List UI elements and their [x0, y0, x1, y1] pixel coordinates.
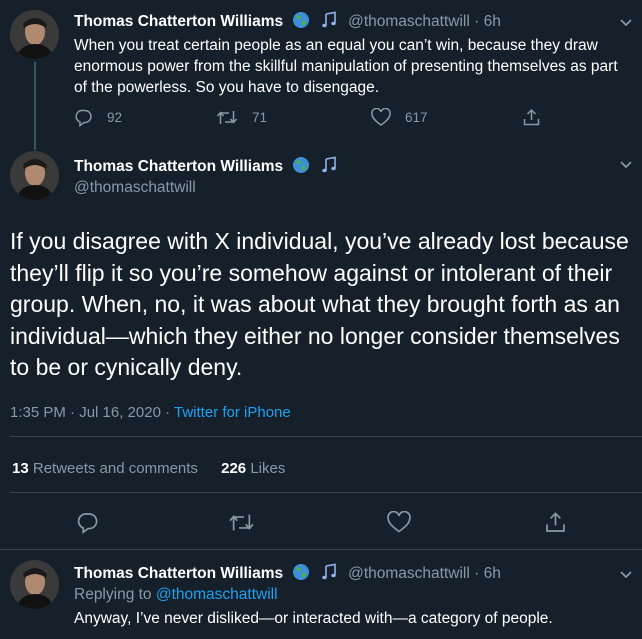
like-count: 617 [405, 110, 428, 125]
share-button[interactable] [522, 108, 555, 127]
avatar[interactable] [10, 10, 59, 59]
author-name[interactable]: Thomas Chatterton Williams [74, 565, 283, 582]
author-name[interactable]: Thomas Chatterton Williams [74, 13, 283, 30]
reply-count: 92 [107, 110, 123, 125]
author-handle[interactable]: @thomaschattwill [348, 13, 470, 30]
reply-icon [75, 109, 92, 127]
globe-icon [292, 563, 310, 586]
tweet-text: If you disagree with X individual, you’v… [10, 228, 629, 380]
reply-button[interactable] [76, 511, 113, 534]
retweet-count: 71 [252, 110, 268, 125]
share-icon [523, 108, 540, 126]
music-note-icon [320, 156, 338, 179]
author-handle[interactable]: @thomaschattwill [348, 565, 470, 582]
music-note-icon [320, 563, 338, 586]
retweets-label: Retweets and comments [32, 460, 198, 477]
tweet-source[interactable]: Twitter for iPhone [174, 404, 291, 421]
retweet-button[interactable]: 71 [216, 108, 267, 127]
share-button[interactable] [544, 511, 581, 534]
retweet-button[interactable] [228, 511, 269, 534]
retweets-count: 13 [12, 460, 29, 477]
meta-separator: · [165, 404, 171, 421]
avatar[interactable] [10, 560, 59, 609]
thread-line [34, 62, 36, 150]
tweet-2[interactable]: Thomas Chatterton Williams @thomaschattw… [0, 140, 642, 549]
like-button[interactable]: 617 [371, 108, 428, 127]
tweet-text: When you treat certain people as an equa… [74, 37, 618, 96]
globe-icon [292, 11, 310, 34]
tweet-header: Thomas Chatterton Williams @thomaschattw… [74, 563, 501, 586]
separator: · [474, 13, 480, 30]
like-button[interactable] [387, 511, 425, 534]
tweet-stats: 13 Retweets and comments 226 Likes [12, 460, 285, 477]
reply-button[interactable]: 92 [74, 108, 122, 127]
divider [10, 436, 642, 437]
like-icon [371, 108, 391, 126]
tweet-3[interactable]: Thomas Chatterton Williams @thomaschattw… [0, 550, 642, 639]
like-icon [387, 511, 411, 533]
retweets-stat[interactable]: 13 Retweets and comments [12, 460, 202, 477]
tweet-time[interactable]: 6h [484, 565, 501, 582]
tweet-header: Thomas Chatterton Williams @thomaschattw… [74, 11, 501, 34]
replying-label: Replying to [74, 586, 152, 603]
replying-to: Replying to @thomaschattwill [74, 586, 278, 604]
chevron-down-icon[interactable] [616, 12, 636, 32]
author-handle[interactable]: @thomaschattwill [74, 179, 196, 197]
likes-label: Likes [250, 460, 286, 477]
separator: · [474, 565, 480, 582]
replying-to-handle[interactable]: @thomaschattwill [156, 586, 278, 603]
music-note-icon [320, 11, 338, 34]
chevron-down-icon[interactable] [616, 154, 636, 174]
author-name[interactable]: Thomas Chatterton Williams [74, 158, 283, 175]
chevron-down-icon[interactable] [616, 564, 636, 584]
retweet-icon [229, 514, 254, 531]
share-icon [546, 512, 565, 532]
reply-icon [77, 513, 98, 534]
tweet-1[interactable]: Thomas Chatterton Williams @thomaschattw… [0, 0, 642, 150]
likes-stat[interactable]: 226 Likes [221, 460, 285, 477]
avatar[interactable] [10, 151, 59, 200]
retweet-icon [216, 111, 238, 124]
likes-count: 226 [221, 460, 247, 477]
tweet-header: Thomas Chatterton Williams [74, 156, 338, 179]
tweet-meta: 1:35 PM · Jul 16, 2020 · Twitter for iPh… [10, 404, 291, 421]
tweet-time[interactable]: 6h [484, 13, 501, 30]
tweet-text: Anyway, I’ve never disliked—or interacte… [74, 610, 553, 627]
divider [10, 492, 642, 493]
globe-icon [292, 156, 310, 179]
tweet-timestamp[interactable]: 1:35 PM · Jul 16, 2020 [10, 404, 161, 421]
